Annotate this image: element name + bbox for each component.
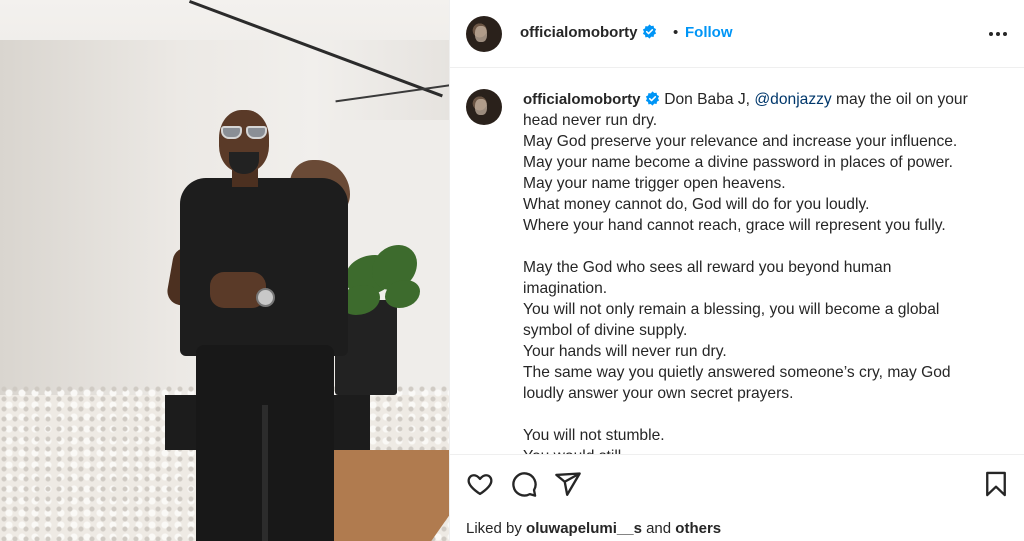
verified-badge-icon — [645, 91, 659, 106]
caption-author-avatar[interactable] — [466, 89, 502, 125]
likes-middle: and — [641, 520, 676, 537]
author-name-row: officialomoborty — [520, 24, 657, 42]
caption-cut-line: You would still — [523, 446, 993, 454]
actions-divider — [450, 454, 1024, 455]
likes-others-link[interactable]: others — [675, 520, 721, 537]
caption-line: head never run dry. — [523, 112, 658, 129]
paper-plane-icon[interactable] — [554, 470, 582, 498]
caption-line: What money cannot do, God will do for yo… — [523, 196, 870, 213]
person-watch — [256, 288, 275, 307]
caption-paragraph-gap — [523, 236, 993, 257]
instagram-post: officialomoborty • Follow officialomobor… — [0, 0, 1024, 541]
post-caption: officialomoborty Don Baba J, @donjazzy m… — [523, 89, 993, 454]
caption-line: Your hands will never run dry. — [523, 343, 727, 360]
caption-scroll-area[interactable]: officialomoborty Don Baba J, @donjazzy m… — [450, 68, 1024, 454]
caption-mention-link[interactable]: @donjazzy — [754, 91, 831, 108]
caption-first-line: officialomoborty Don Baba J, @donjazzy m… — [523, 89, 993, 110]
caption-line: Where your hand cannot reach, grace will… — [523, 217, 946, 234]
caption-paragraph-gap — [523, 404, 993, 425]
follow-button[interactable]: Follow — [685, 24, 733, 41]
caption-line: symbol of divine supply. — [523, 322, 688, 339]
likes-prefix: Liked by — [466, 520, 527, 537]
caption-line: imagination. — [523, 280, 608, 297]
likes-summary: Liked by oluwapelumi__s and others — [466, 520, 721, 537]
person-sunglasses — [219, 126, 269, 140]
post-side-panel: officialomoborty • Follow officialomobor… — [449, 0, 1024, 541]
caption-line: May God preserve your relevance and incr… — [523, 133, 958, 150]
caption-lead: Don Baba J, — [659, 91, 755, 108]
author-avatar[interactable] — [466, 16, 502, 52]
verified-badge-icon — [642, 24, 657, 39]
heart-icon[interactable] — [466, 470, 494, 498]
post-header: officialomoborty • Follow — [450, 0, 1024, 68]
caption-line: You will not only remain a blessing, you… — [523, 301, 940, 318]
author-username[interactable]: officialomoborty — [520, 24, 638, 41]
post-actions-bar — [450, 466, 1024, 506]
caption-line: May your name trigger open heavens. — [523, 175, 786, 192]
caption-line: loudly answer your own secret prayers. — [523, 385, 794, 402]
post-photo[interactable] — [0, 0, 449, 541]
caption-line: You will not stumble. — [523, 427, 665, 444]
caption-line: May your name become a divine password i… — [523, 154, 953, 171]
more-options-icon[interactable] — [986, 22, 1010, 46]
caption-line: May the God who sees all reward you beyo… — [523, 259, 892, 276]
bookmark-icon[interactable] — [982, 470, 1010, 498]
likes-user-link[interactable]: oluwapelumi__s — [526, 520, 642, 537]
caption-after-mention: may the oil on your — [831, 91, 968, 108]
person-leg-gap — [262, 405, 268, 541]
header-separator: • — [673, 24, 679, 41]
comment-icon[interactable] — [510, 470, 538, 498]
caption-line: The same way you quietly answered someon… — [523, 364, 951, 381]
person-shirt — [180, 178, 348, 356]
caption-username[interactable]: officialomoborty — [523, 91, 641, 108]
